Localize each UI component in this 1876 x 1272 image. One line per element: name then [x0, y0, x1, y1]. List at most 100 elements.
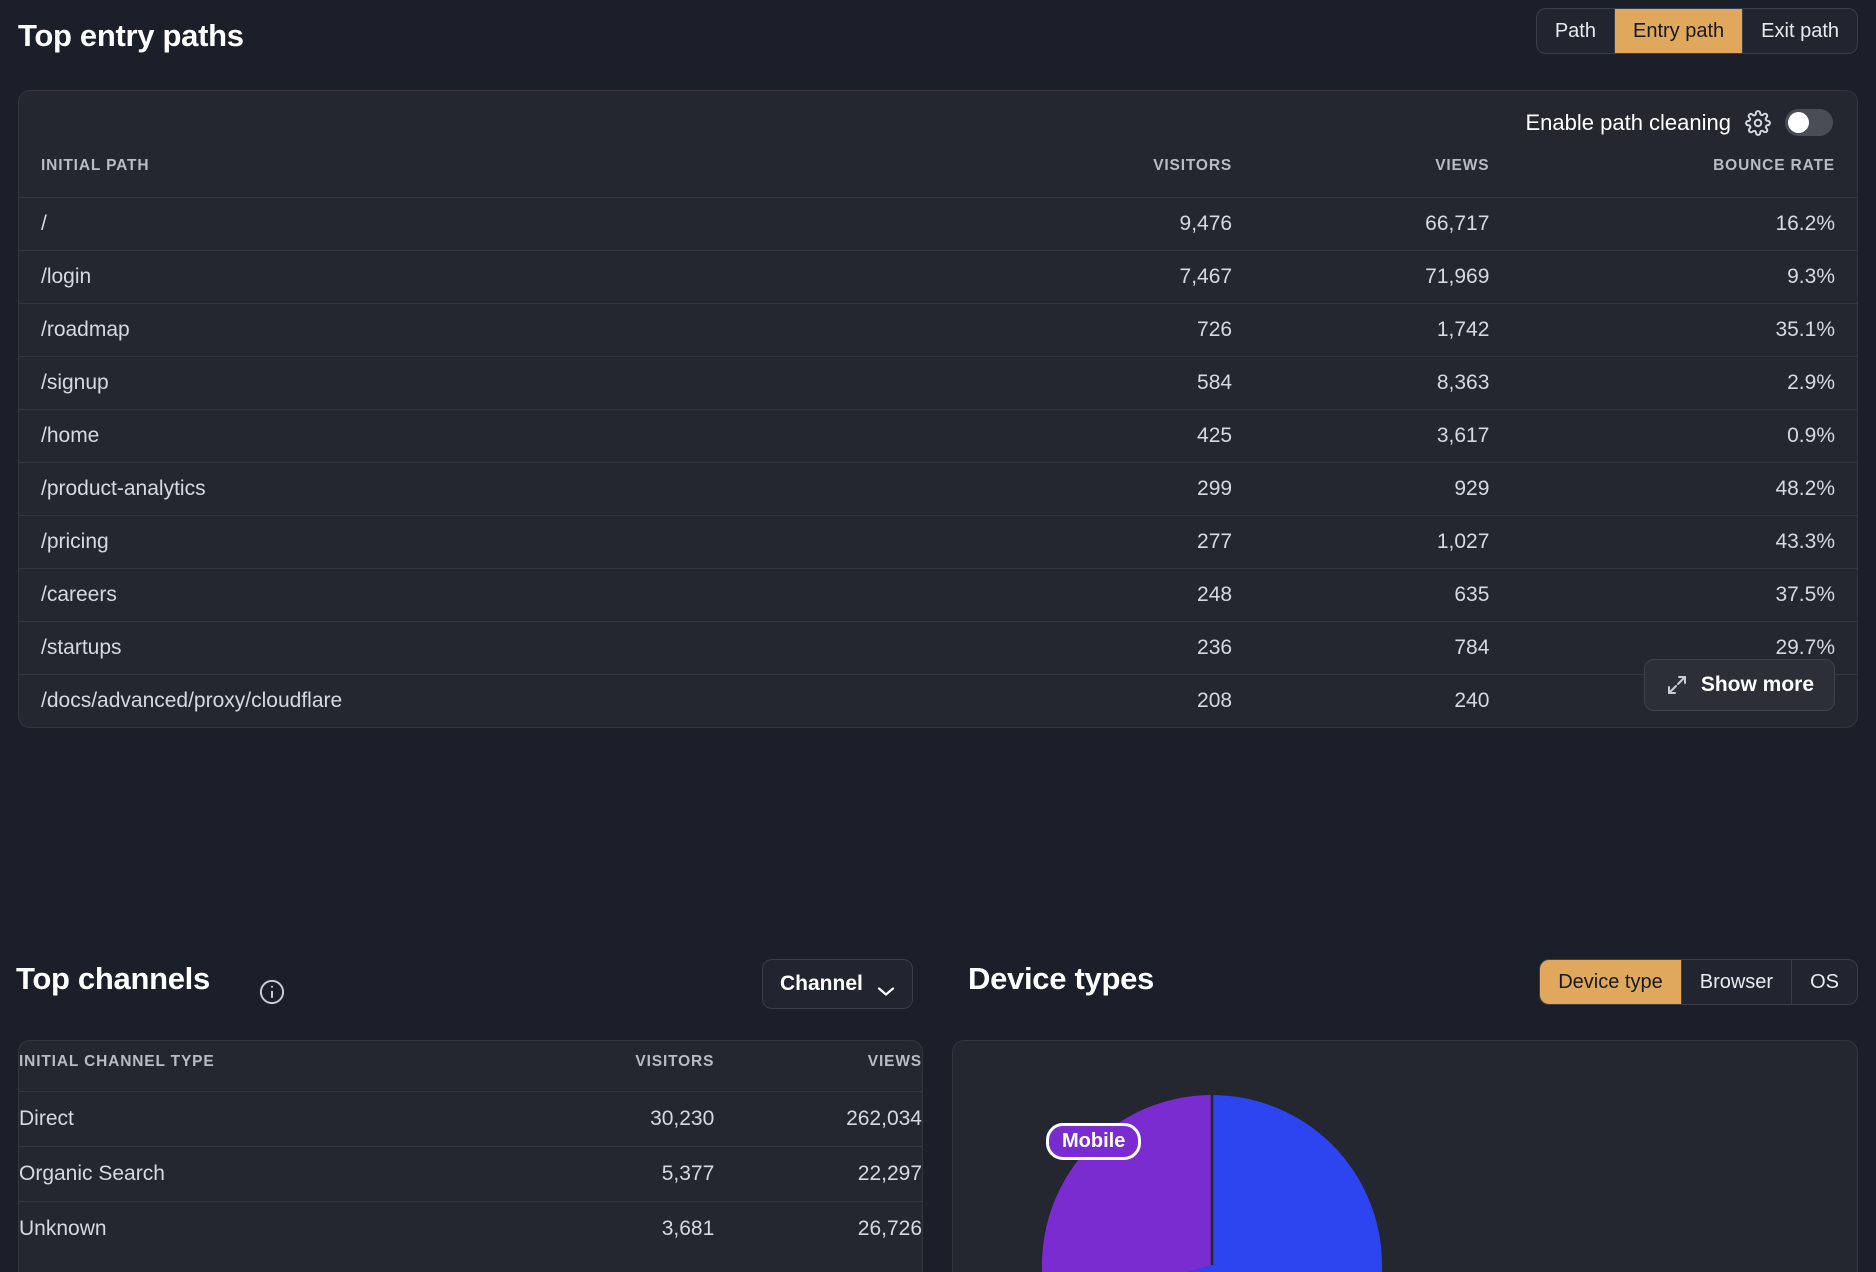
- entry-path-cell: /docs/advanced/proxy/cloudflare: [41, 689, 343, 712]
- views-cell: 71,969: [1232, 250, 1490, 304]
- visitors-cell: 584: [974, 356, 1233, 410]
- device-breakdown-tabs: Device type Browser OS: [1539, 959, 1858, 1005]
- table-row[interactable]: /pricing 277 1,027 43.3%: [19, 515, 1857, 569]
- visitors-cell: 208: [1197, 689, 1233, 712]
- entry-path-cell: /: [19, 197, 975, 251]
- entry-paths-table: INITIAL PATH VISITORS VIEWS BOUNCE RATE …: [19, 147, 1857, 727]
- visitors-cell: 9,476: [974, 197, 1233, 251]
- channel-dropdown-label: Channel: [780, 972, 863, 995]
- tab-path[interactable]: Path: [1537, 9, 1615, 53]
- views-cell: 66,717: [1232, 197, 1490, 251]
- page-title: Top entry paths: [18, 18, 244, 53]
- entry-path-cell: /product-analytics: [19, 462, 975, 516]
- entry-path-cell: /roadmap: [19, 303, 975, 357]
- device-pie-chart: Mobile: [953, 1041, 1857, 1272]
- devices-title: Device types: [968, 961, 1154, 996]
- pie-slice-desktop[interactable]: [1212, 1095, 1382, 1272]
- entry-path-cell: /startups: [19, 621, 975, 675]
- entry-path-cell: /login: [19, 250, 975, 304]
- show-more-button[interactable]: Show more: [1643, 659, 1835, 711]
- table-header-row: INITIAL CHANNEL TYPE VISITORS VIEWS: [19, 1041, 922, 1092]
- visitors-cell: 3,681: [661, 1217, 715, 1241]
- visitors-cell: 30,230: [488, 1091, 715, 1147]
- chevron-down-icon: [877, 979, 895, 996]
- channels-panel: INITIAL CHANNEL TYPE VISITORS VIEWS Dire…: [18, 1040, 923, 1272]
- expand-icon: [1665, 673, 1689, 697]
- toggle-knob: [1788, 112, 1809, 133]
- table-row[interactable]: /product-analytics 299 929 48.2%: [19, 462, 1857, 516]
- views-cell: 1,027: [1232, 515, 1490, 569]
- views-cell: 26,726: [857, 1217, 922, 1241]
- bounce-rate-cell: 9.3%: [1489, 250, 1857, 304]
- table-row[interactable]: /signup 584 8,363 2.9%: [19, 356, 1857, 410]
- channel-name-cell: Unknown: [19, 1217, 107, 1241]
- col-header-initial-channel-type[interactable]: INITIAL CHANNEL TYPE: [19, 1041, 489, 1092]
- bounce-rate-cell: 0.9%: [1489, 409, 1857, 463]
- bounce-rate-cell: 37.5%: [1489, 568, 1857, 622]
- table-row[interactable]: /roadmap 726 1,742 35.1%: [19, 303, 1857, 357]
- channels-table: INITIAL CHANNEL TYPE VISITORS VIEWS Dire…: [19, 1041, 922, 1257]
- devices-panel: Mobile: [952, 1040, 1858, 1272]
- views-cell: 635: [1232, 568, 1490, 622]
- bounce-rate-cell: 35.1%: [1489, 303, 1857, 357]
- channel-name-cell: Direct: [19, 1091, 489, 1147]
- views-cell: 22,297: [714, 1146, 922, 1202]
- tab-device-type[interactable]: Device type: [1540, 960, 1682, 1004]
- bounce-rate-cell: 2.9%: [1489, 356, 1857, 410]
- table-row[interactable]: /startups 236 784 29.7%: [19, 621, 1857, 675]
- pie-callout-mobile[interactable]: Mobile: [1046, 1123, 1142, 1160]
- path-cleaning-control: Enable path cleaning: [1525, 109, 1833, 136]
- table-row[interactable]: /careers 248 635 37.5%: [19, 568, 1857, 622]
- tab-exit-path[interactable]: Exit path: [1743, 9, 1857, 53]
- table-row[interactable]: /docs/advanced/proxy/cloudflare20824036.…: [19, 675, 1857, 728]
- table-row[interactable]: /9,476 66,717 16.2%: [19, 197, 1857, 251]
- channel-name-cell: Organic Search: [19, 1146, 489, 1202]
- col-header-views[interactable]: VIEWS: [714, 1041, 922, 1092]
- entry-path-cell: /careers: [19, 568, 975, 622]
- views-cell: 784: [1232, 621, 1490, 675]
- bounce-rate-cell: 43.3%: [1489, 515, 1857, 569]
- path-cleaning-toggle[interactable]: [1785, 109, 1833, 136]
- entry-path-cell: /pricing: [19, 515, 975, 569]
- table-row[interactable]: Unknown 3,681 26,726: [19, 1202, 922, 1257]
- table-row[interactable]: /home 425 3,617 0.9%: [19, 409, 1857, 463]
- entry-paths-panel: Enable path cleaning INITIAL PATH VISITO…: [18, 90, 1858, 728]
- visitors-cell: 5,377: [488, 1146, 715, 1202]
- views-cell: 240: [1454, 689, 1490, 712]
- tab-entry-path[interactable]: Entry path: [1615, 9, 1744, 53]
- show-more-label: Show more: [1700, 673, 1814, 696]
- pie-slice-mobile[interactable]: [1041, 1095, 1212, 1272]
- col-header-views[interactable]: VIEWS: [1232, 147, 1490, 198]
- table-header-row: INITIAL PATH VISITORS VIEWS BOUNCE RATE: [19, 147, 1857, 198]
- views-cell: 8,363: [1232, 356, 1490, 410]
- path-cleaning-label: Enable path cleaning: [1525, 109, 1732, 135]
- entry-paths-header: Top entry paths Path Entry path Exit pat…: [0, 0, 1876, 78]
- views-cell: 1,742: [1232, 303, 1490, 357]
- table-row[interactable]: /login 7,467 71,969 9.3%: [19, 250, 1857, 304]
- table-row[interactable]: Direct 30,230 262,034: [19, 1091, 922, 1147]
- channels-title: Top channels: [16, 961, 210, 996]
- visitors-cell: 726: [974, 303, 1233, 357]
- tab-os[interactable]: OS: [1792, 960, 1857, 1004]
- table-row[interactable]: Organic Search 5,377 22,297: [19, 1146, 922, 1202]
- gear-icon[interactable]: [1745, 109, 1771, 136]
- entry-path-cell: /signup: [19, 356, 975, 410]
- entry-path-cell: /home: [19, 409, 975, 463]
- visitors-cell: 236: [974, 621, 1233, 675]
- visitors-cell: 299: [974, 462, 1233, 516]
- visitors-cell: 248: [974, 568, 1233, 622]
- views-cell: 262,034: [714, 1091, 922, 1147]
- info-icon[interactable]: [258, 978, 286, 1006]
- visitors-cell: 7,467: [974, 250, 1233, 304]
- col-header-visitors[interactable]: VISITORS: [488, 1041, 715, 1092]
- views-cell: 929: [1232, 462, 1490, 516]
- visitors-cell: 277: [974, 515, 1233, 569]
- col-header-bounce-rate[interactable]: BOUNCE RATE: [1489, 147, 1857, 198]
- tab-browser[interactable]: Browser: [1682, 960, 1793, 1004]
- col-header-initial-path[interactable]: INITIAL PATH: [19, 147, 975, 198]
- views-cell: 3,617: [1232, 409, 1490, 463]
- bounce-rate-cell: 48.2%: [1489, 462, 1857, 516]
- visitors-cell: 425: [974, 409, 1233, 463]
- channel-dropdown[interactable]: Channel: [762, 959, 913, 1009]
- col-header-visitors[interactable]: VISITORS: [974, 147, 1233, 198]
